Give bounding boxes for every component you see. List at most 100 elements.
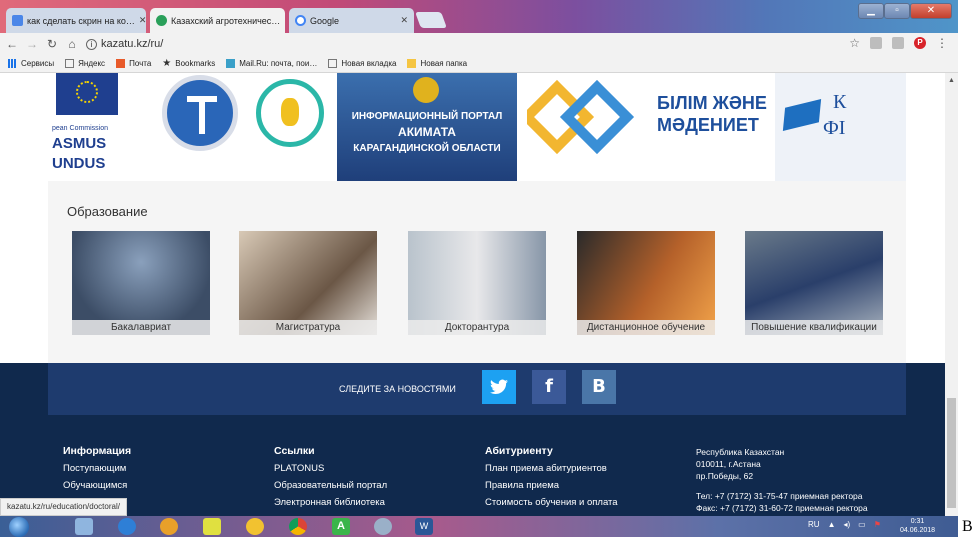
info-icon[interactable]: i — [86, 38, 97, 50]
bookmark-mail[interactable]: Почта — [116, 59, 151, 68]
close-window-button[interactable]: ✕ — [910, 3, 952, 19]
web-page: pean Commission ASMUS UNDUS ИНФОРМАЦИОНН… — [0, 73, 945, 516]
pinterest-icon[interactable]: P — [914, 37, 926, 49]
media-icon[interactable] — [203, 518, 221, 535]
footer-links-column: Ссылки PLATONUS Образовательный портал Э… — [274, 443, 387, 511]
mailru-icon — [226, 59, 236, 68]
bookmarks-bar: Сервисы Яндекс Почта ★ Bookmarks Mail.Ru… — [0, 55, 958, 73]
eu-flag-icon — [56, 73, 118, 115]
reload-icon[interactable]: ↻ — [44, 37, 60, 51]
extension-icon[interactable] — [870, 37, 882, 49]
mail-icon — [116, 59, 126, 68]
app-icon[interactable] — [374, 518, 392, 535]
footer-link[interactable]: Стоимость обучения и оплата — [485, 494, 618, 511]
partner-akimat-portal[interactable]: ИНФОРМАЦИОННЫЙ ПОРТАЛ АКИМАТА КАРАГАНДИН… — [337, 73, 517, 181]
tab-title: Google — [310, 15, 340, 26]
partner-logo-icon — [162, 75, 238, 151]
education-card-qualification[interactable]: Повышение квалификации — [745, 231, 883, 335]
chrome-icon[interactable] — [289, 518, 307, 535]
tab-kazatu[interactable]: Казахский агротехничес… ✕ — [150, 8, 285, 33]
side-text: В — [962, 518, 973, 535]
ie-icon[interactable] — [118, 518, 136, 535]
education-card-distance[interactable]: Дистанционное обучение — [577, 231, 715, 335]
partner-logo-icon — [782, 99, 822, 131]
close-icon[interactable]: ✕ — [400, 15, 408, 26]
clock[interactable]: 0:31 04.06.2018 — [900, 517, 935, 535]
scroll-thumb[interactable] — [947, 398, 956, 508]
page-icon — [328, 59, 338, 68]
footer-link[interactable]: Обучающимся — [63, 477, 131, 494]
google-icon — [295, 15, 306, 26]
new-tab-button[interactable] — [415, 12, 447, 28]
vk-icon[interactable]: B — [582, 370, 616, 404]
tab-title: Казахский агротехничес… — [171, 15, 281, 26]
maximize-button[interactable]: ▫ — [884, 3, 910, 19]
url-text[interactable]: kazatu.kz/ru/ — [101, 38, 163, 50]
windows-taskbar: A W RU ▲ ◂) ▭ ⚑ 0:31 04.06.2018 — [0, 516, 958, 537]
partner-bilim-madeniet[interactable]: БІЛІМ ЖӘНЕ МӘДЕНИЕТ — [517, 73, 775, 181]
wheat-emblem-icon — [256, 79, 324, 147]
menu-icon[interactable]: ⋮ — [936, 36, 948, 50]
footer-link[interactable]: Образовательный портал — [274, 477, 387, 494]
facebook-icon[interactable]: f — [532, 370, 566, 404]
scroll-up-icon[interactable]: ▲ — [948, 77, 955, 84]
start-button[interactable] — [9, 517, 29, 537]
footer-applicant-column: Абитуриенту План приема абитуриентов Пра… — [485, 443, 618, 511]
footer-address: Республика Казахстан 010011, г.Астана пр… — [696, 447, 868, 513]
partner-logo-green[interactable] — [242, 73, 337, 181]
tab-google[interactable]: Google ✕ — [289, 8, 414, 33]
diamond-logo-icon — [527, 79, 635, 155]
volume-icon[interactable]: ◂) — [843, 520, 850, 529]
network-icon[interactable]: ▭ — [858, 520, 866, 529]
twitter-icon[interactable] — [482, 370, 516, 404]
footer-link[interactable]: Поступающим — [63, 460, 131, 477]
android-icon[interactable]: A — [332, 518, 350, 535]
bookmark-new-tab[interactable]: Новая вкладка — [328, 59, 396, 68]
app-icon[interactable] — [160, 518, 178, 535]
close-icon[interactable]: ✕ — [284, 15, 285, 26]
tab-search[interactable]: как сделать скрин на ко… ✕ — [6, 8, 146, 33]
home-icon[interactable]: ⌂ — [64, 37, 80, 51]
site-favicon-icon — [156, 15, 167, 26]
folder-icon — [407, 59, 417, 68]
partners-carousel: pean Commission ASMUS UNDUS ИНФОРМАЦИОНН… — [48, 73, 906, 181]
social-follow-bar: СЛЕДИТЕ ЗА НОВОСТЯМИ f B — [48, 363, 906, 415]
star-icon[interactable]: ☆ — [849, 36, 860, 50]
footer-link[interactable]: Электронная библиотека — [274, 494, 387, 511]
app-icon[interactable] — [246, 518, 264, 535]
search-icon — [12, 15, 23, 26]
bookmark-new-folder[interactable]: Новая папка — [407, 59, 467, 68]
bookmark-services[interactable]: Сервисы — [8, 59, 54, 68]
minimize-button[interactable]: ▁ — [858, 3, 884, 19]
education-card-doctoral[interactable]: Докторантура — [408, 231, 546, 335]
bookmark-bookmarks[interactable]: ★ Bookmarks — [162, 58, 215, 69]
language-indicator[interactable]: RU — [808, 520, 820, 529]
browser-title-bar: как сделать скрин на ко… ✕ Казахский агр… — [0, 0, 958, 33]
address-toolbar: ← → ↻ ⌂ i kazatu.kz/ru/ ☆ P ⋮ — [0, 33, 958, 55]
extension-icon[interactable] — [892, 37, 904, 49]
back-icon[interactable]: ← — [4, 37, 20, 51]
explorer-icon[interactable] — [75, 518, 93, 535]
education-card-bachelor[interactable]: Бакалавриат — [72, 231, 210, 335]
chevron-up-icon[interactable]: ▲ — [828, 520, 836, 529]
bookmark-yandex[interactable]: Яндекс — [65, 59, 105, 68]
footer-link[interactable]: Правила приема — [485, 477, 618, 494]
address-bar[interactable]: i kazatu.kz/ru/ — [86, 38, 163, 50]
site-footer: СЛЕДИТЕ ЗА НОВОСТЯМИ f B Информация Пост… — [0, 363, 945, 516]
close-icon[interactable]: ✕ — [139, 15, 146, 26]
page-scrollbar[interactable]: ▲ — [945, 73, 958, 516]
partner-erasmus[interactable]: pean Commission ASMUS UNDUS — [48, 73, 122, 181]
bookmark-mailru[interactable]: Mail.Ru: почта, пои… — [226, 59, 317, 68]
page-icon — [65, 59, 75, 68]
apps-icon — [8, 59, 17, 68]
footer-link[interactable]: План приема абитуриентов — [485, 460, 618, 477]
partner-partial[interactable]: К ФІ — [775, 73, 906, 181]
forward-icon[interactable]: → — [24, 37, 40, 51]
partner-logo-blue[interactable] — [122, 73, 242, 181]
footer-link[interactable]: PLATONUS — [274, 460, 387, 477]
education-card-master[interactable]: Магистратура — [239, 231, 377, 335]
word-icon[interactable]: W — [415, 518, 433, 535]
emblem-icon — [413, 77, 439, 103]
flag-icon[interactable]: ⚑ — [874, 520, 881, 529]
link-status-url: kazatu.kz/ru/education/doctoral/ — [0, 498, 127, 516]
